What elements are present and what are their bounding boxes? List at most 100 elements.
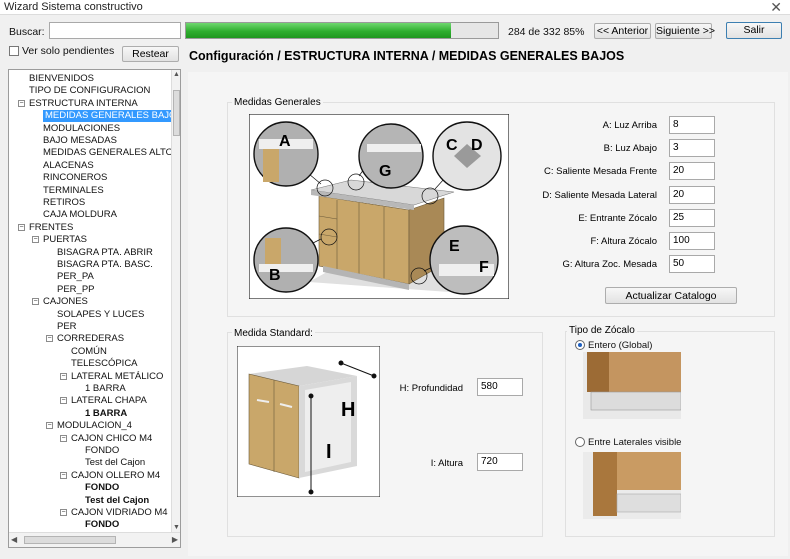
tree-expander-icon[interactable]: − (18, 99, 25, 107)
tree-expander-icon[interactable]: − (18, 223, 25, 231)
tree-item[interactable]: MEDIDAS GENERALES ALTOS (43, 147, 179, 159)
progress-bar (185, 22, 499, 39)
measure-field[interactable]: 25 (669, 209, 715, 227)
height-field[interactable]: 720 (477, 453, 523, 471)
tree-item[interactable]: BISAGRA PTA. BASC. (57, 259, 153, 271)
diagram-letter-a: A (279, 133, 291, 150)
tree-item[interactable]: CAJONES (43, 296, 88, 308)
tree-expander-icon[interactable]: − (60, 397, 67, 405)
tree-item[interactable]: TERMINALES (43, 185, 104, 197)
tree-vertical-scrollbar[interactable]: ▲ ▼ (171, 70, 180, 532)
window-title: Wizard Sistema constructivo (4, 1, 143, 13)
depth-field[interactable]: 580 (477, 378, 523, 396)
diagram-letter-d: D (471, 137, 483, 154)
tree-item[interactable]: ALACENAS (43, 160, 94, 172)
radio-entre-laterales-label: Entre Laterales visible (588, 437, 682, 448)
measure-label: E: Entrante Zócalo (578, 213, 657, 224)
general-measures-diagram: A G C D B E F (249, 114, 509, 299)
tree-expander-icon[interactable]: − (46, 335, 53, 343)
tree-item[interactable]: RETIROS (43, 197, 85, 209)
tree-item[interactable]: FONDO (85, 445, 119, 457)
radio-entre-laterales[interactable] (575, 437, 585, 447)
tree-item[interactable]: MEDIDAS GENERALES BAJOS (43, 110, 180, 123)
scroll-up-icon[interactable]: ▲ (173, 71, 180, 78)
previous-button[interactable]: << Anterior (594, 23, 651, 39)
tree-item[interactable]: TELESCÓPICA (71, 358, 138, 370)
tree-item[interactable]: PER_PA (57, 271, 94, 283)
tree-item[interactable]: CAJON OLLERO M4 (71, 470, 160, 482)
tree-item[interactable]: PER (57, 321, 77, 333)
tree-item[interactable]: 1 BARRA (85, 408, 127, 420)
tree-expander-icon[interactable]: − (60, 372, 67, 380)
progress-fill (186, 23, 452, 38)
tree-item[interactable]: CAJON VIDRIADO M4 (71, 507, 168, 519)
detail-circle-ef: E F (429, 225, 499, 295)
search-input[interactable] (49, 22, 181, 39)
next-button[interactable]: Siguiente >> (655, 23, 715, 39)
detail-circle-b: B (253, 227, 319, 293)
tree-item[interactable]: TIPO DE CONFIGURACION (29, 85, 150, 97)
tree-horizontal-scrollbar[interactable]: ◀ ▶ (9, 532, 180, 547)
tree-item[interactable]: CAJA MOLDURA (43, 209, 117, 221)
tree-item[interactable]: MODULACION_4 (57, 420, 132, 432)
tree-item[interactable]: CAJON CHICO M4 (71, 433, 152, 445)
measure-field[interactable]: 50 (669, 255, 715, 273)
scroll-down-icon[interactable]: ▼ (173, 524, 180, 531)
tree-item[interactable]: SOLAPES Y LUCES (57, 309, 144, 321)
scroll-right-icon[interactable]: ▶ (172, 535, 178, 544)
tree-expander-icon[interactable]: − (32, 298, 39, 306)
tree-item[interactable]: RINCONEROS (43, 172, 107, 184)
tree-expander-icon[interactable]: − (32, 236, 39, 244)
tree-item[interactable]: MODULACIONES (43, 123, 120, 135)
measure-label: A: Luz Arriba (602, 120, 657, 131)
measure-field[interactable]: 20 (669, 186, 715, 204)
depth-label: H: Profundidad (399, 383, 463, 394)
diagram-letter-f: F (479, 259, 489, 276)
tree-expander-icon[interactable]: − (46, 422, 53, 430)
update-catalog-button[interactable]: Actualizar Catalogo (605, 287, 737, 304)
measure-field[interactable]: 8 (669, 116, 715, 134)
tree-item[interactable]: FONDO (85, 519, 119, 531)
tree-item[interactable]: ESTRUCTURA INTERNA (29, 98, 138, 110)
diagram-letter-b: B (269, 267, 281, 284)
tree-item[interactable]: BIENVENIDOS (29, 73, 94, 85)
tree-expander-icon[interactable]: − (60, 509, 67, 516)
height-label: I: Altura (430, 458, 463, 469)
tree-item[interactable]: BISAGRA PTA. ABRIR (57, 247, 153, 259)
tree-expander-icon[interactable]: − (60, 471, 67, 479)
pending-only-label: Ver solo pendientes (22, 45, 115, 57)
reset-button[interactable]: Restear (122, 46, 179, 62)
medida-standard-title: Medida Standard: (232, 328, 315, 339)
tree-item[interactable]: PUERTAS (43, 234, 87, 246)
close-icon[interactable]: ✕ (770, 0, 782, 16)
tree-item[interactable]: LATERAL CHAPA (71, 395, 147, 407)
search-label: Buscar: (9, 26, 45, 38)
tree-item[interactable]: FONDO (85, 482, 119, 494)
measure-field[interactable]: 3 (669, 139, 715, 157)
scroll-left-icon[interactable]: ◀ (11, 535, 17, 544)
measure-field[interactable]: 100 (669, 232, 715, 250)
detail-circle-cd: C D (432, 121, 502, 191)
pending-only-checkbox[interactable] (9, 46, 19, 56)
tree-item[interactable]: Test del Cajon (85, 457, 145, 469)
tree-item[interactable]: COMÚN (71, 346, 107, 358)
tree-item[interactable]: FRENTES (29, 222, 73, 234)
measure-field[interactable]: 20 (669, 162, 715, 180)
scroll-thumb[interactable] (173, 90, 180, 136)
radio-entero[interactable] (575, 340, 585, 350)
tree-item[interactable]: CORREDERAS (57, 333, 124, 345)
medidas-generales-title: Medidas Generales (232, 97, 323, 108)
tree-expander-icon[interactable]: − (60, 434, 67, 442)
tree-item[interactable]: LATERAL METÁLICO (71, 371, 163, 383)
measure-label: D: Saliente Mesada Lateral (542, 190, 657, 201)
diagram-letter-h: H (341, 399, 355, 421)
tree-item[interactable]: PER_PP (57, 284, 95, 296)
zocalo-entre-laterales-image (583, 452, 681, 519)
tree-item[interactable]: Test del Cajon (85, 495, 149, 507)
exit-button[interactable]: Salir (726, 22, 782, 39)
radio-entero-label: Entero (Global) (588, 340, 653, 351)
tree-item[interactable]: BAJO MESADAS (43, 135, 117, 147)
navigation-tree: BIENVENIDOS TIPO DE CONFIGURACION ESTRUCTU… (8, 69, 181, 548)
scroll-thumb[interactable] (24, 536, 116, 544)
tree-item[interactable]: 1 BARRA (85, 383, 126, 395)
